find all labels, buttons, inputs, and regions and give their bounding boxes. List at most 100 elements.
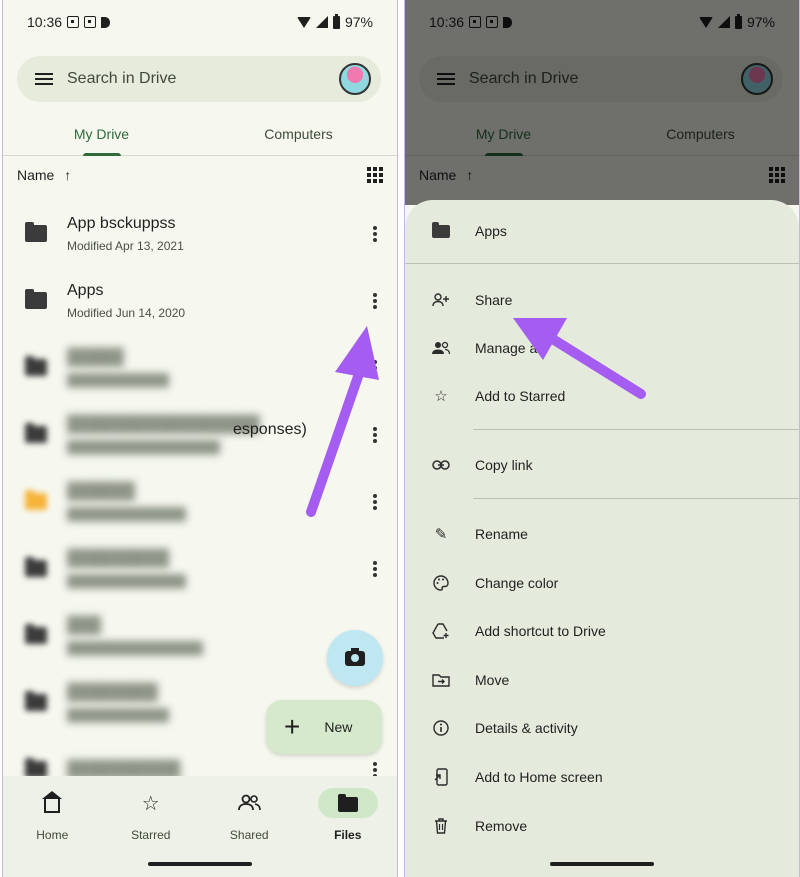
blurred-text: ██████████████████ xyxy=(67,439,221,454)
blurred-text: █████████████████ xyxy=(67,415,260,433)
folder-icon xyxy=(25,222,47,242)
list-item[interactable]: ████████████████████ xyxy=(3,468,397,535)
blurred-text: █████████ xyxy=(67,549,170,567)
grid-view-icon[interactable] xyxy=(367,167,383,183)
more-options-icon[interactable] xyxy=(367,224,383,244)
menu-item-change-color[interactable]: Change color xyxy=(405,563,799,603)
divider xyxy=(405,263,799,264)
people-icon xyxy=(238,794,262,811)
pencil-icon: ✎ xyxy=(434,526,448,543)
bottom-navigation: Home ☆ Starred Shared Files xyxy=(3,776,397,877)
folder-icon xyxy=(25,624,47,644)
blurred-text: ███ xyxy=(67,616,102,634)
status-time: 10:36 xyxy=(27,14,63,30)
new-button[interactable]: + New xyxy=(266,700,382,754)
blurred-text: ██████ xyxy=(67,482,136,500)
blurred-text: ██████████████ xyxy=(67,506,187,521)
menu-item-move[interactable]: Move xyxy=(405,660,799,700)
list-item[interactable]: Apps Modified Jun 14, 2020 xyxy=(3,267,397,334)
drive-files-screen: 10:36 97% Search in Drive My Drive Compu… xyxy=(2,0,398,877)
menu-item-manage-access[interactable]: Manage a xyxy=(405,328,799,368)
home-screen-icon xyxy=(431,768,451,786)
sheet-title: Apps xyxy=(475,223,507,239)
tab-computers[interactable]: Computers xyxy=(200,112,397,155)
blurred-text: █████ xyxy=(67,348,124,366)
menu-item-add-to-starred[interactable]: ☆ Add to Starred xyxy=(405,376,799,416)
drive-tabs: My Drive Computers xyxy=(3,112,397,156)
camera-icon xyxy=(345,647,365,666)
battery-percent: 97% xyxy=(344,14,373,30)
menu-item-share[interactable]: Share xyxy=(405,280,799,320)
wifi-icon xyxy=(296,16,311,28)
notification-icon xyxy=(67,16,80,28)
search-placeholder[interactable]: Search in Drive xyxy=(67,70,339,88)
blurred-text: ██████████████ xyxy=(67,573,187,588)
folder-icon xyxy=(25,356,47,376)
nav-files[interactable]: Files xyxy=(299,788,398,877)
notification-icon xyxy=(101,16,111,28)
palette-icon xyxy=(431,575,451,591)
info-icon xyxy=(431,720,451,736)
menu-item-add-shortcut[interactable]: Add shortcut to Drive xyxy=(405,611,799,651)
shortcut-icon xyxy=(431,623,451,639)
nav-home[interactable]: Home xyxy=(3,788,102,877)
avatar[interactable] xyxy=(339,63,371,95)
folder-icon xyxy=(337,794,358,812)
list-item[interactable]: █████████ ██████████████ xyxy=(3,535,397,602)
blurred-text: ████████ xyxy=(67,683,158,701)
list-item[interactable]: App bsckuppss Modified Apr 13, 2021 xyxy=(3,200,397,267)
link-icon xyxy=(431,460,451,470)
menu-icon[interactable] xyxy=(35,72,53,86)
gesture-handle xyxy=(148,862,252,866)
more-options-icon[interactable] xyxy=(367,291,383,311)
status-bar: 10:36 97% xyxy=(3,10,397,34)
person-add-icon xyxy=(431,293,451,307)
search-bar[interactable]: Search in Drive xyxy=(17,56,381,102)
more-options-icon[interactable] xyxy=(367,358,383,378)
battery-icon xyxy=(332,13,340,29)
divider xyxy=(473,498,799,499)
list-item[interactable]: █████████████████ ██████████████████ espo… xyxy=(3,401,397,468)
list-item[interactable]: █████ ████████████ xyxy=(3,334,397,401)
folder-icon xyxy=(25,490,47,510)
menu-item-add-to-home[interactable]: Add to Home screen xyxy=(405,757,799,797)
folder-icon xyxy=(25,691,47,711)
notification-icon xyxy=(84,16,97,28)
gesture-handle xyxy=(550,862,654,866)
signal-icon xyxy=(315,16,328,28)
home-icon xyxy=(42,791,63,813)
more-options-icon[interactable] xyxy=(367,559,383,579)
manage-people-icon xyxy=(431,341,451,355)
folder-icon xyxy=(25,289,47,309)
move-folder-icon xyxy=(431,673,451,687)
trash-icon xyxy=(431,818,451,834)
file-modified: Modified Jun 14, 2020 xyxy=(67,305,186,320)
blurred-text: ████████████ xyxy=(67,372,170,387)
star-icon: ☆ xyxy=(141,792,160,815)
file-name: Apps xyxy=(67,281,104,299)
file-options-bottom-sheet: Apps Share Manage a ☆ Add to Starred Cop… xyxy=(405,200,799,877)
drive-options-sheet-screen: 10:36 97% Search in Drive My Drive Compu… xyxy=(404,0,800,877)
scan-camera-button[interactable] xyxy=(327,630,383,686)
folder-icon xyxy=(25,557,47,577)
file-modified: Modified Apr 13, 2021 xyxy=(67,238,184,253)
sheet-header: Apps xyxy=(405,211,799,251)
file-name: App bsckuppss xyxy=(67,214,176,232)
more-options-icon[interactable] xyxy=(367,492,383,512)
modal-scrim[interactable] xyxy=(405,0,799,205)
file-name-suffix: esponses) xyxy=(233,421,307,438)
menu-item-remove[interactable]: Remove xyxy=(405,806,799,846)
sort-row: Name ↑ xyxy=(17,162,383,188)
divider xyxy=(473,429,799,430)
menu-item-rename[interactable]: ✎ Rename xyxy=(405,514,799,554)
more-options-icon[interactable] xyxy=(367,425,383,445)
menu-item-details-activity[interactable]: Details & activity xyxy=(405,708,799,748)
star-outline-icon: ☆ xyxy=(434,388,448,405)
folder-icon xyxy=(432,221,450,238)
plus-icon: + xyxy=(284,711,301,742)
sort-by-name[interactable]: Name ↑ xyxy=(17,167,71,183)
folder-icon xyxy=(25,423,47,443)
arrow-up-icon: ↑ xyxy=(64,167,72,183)
menu-item-copy-link[interactable]: Copy link xyxy=(405,445,799,485)
tab-my-drive[interactable]: My Drive xyxy=(3,112,200,156)
